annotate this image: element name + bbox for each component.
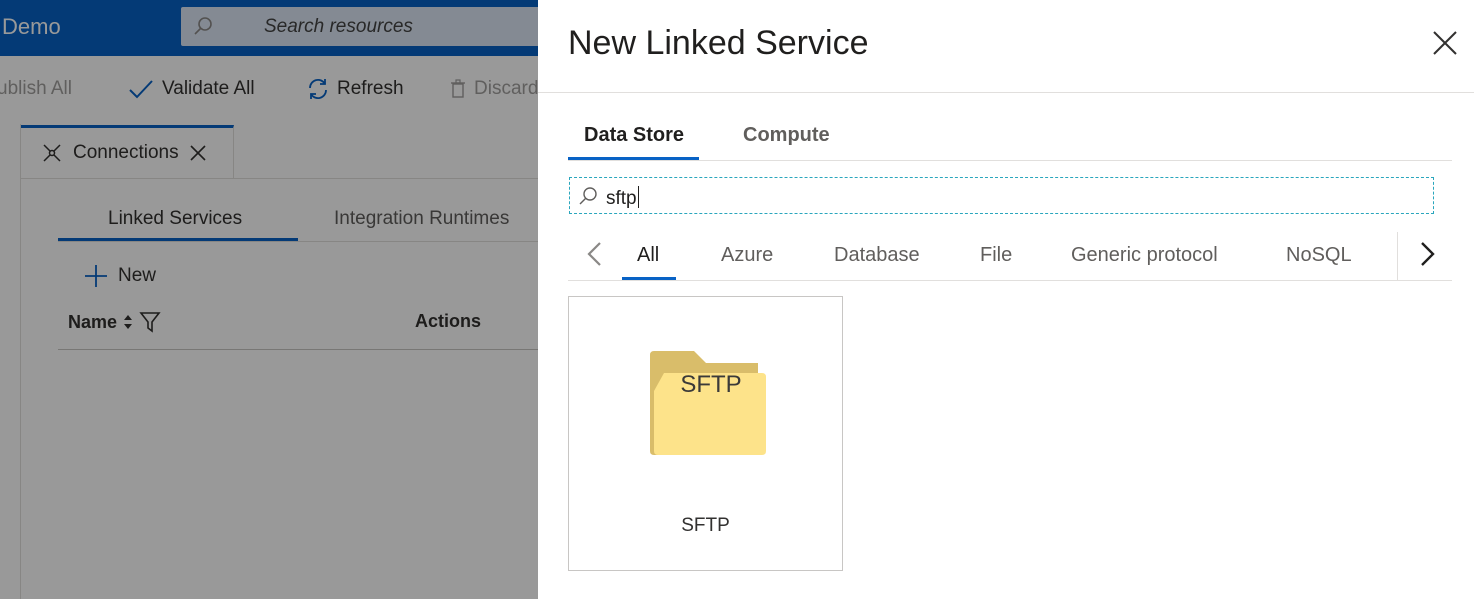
tab-data-store[interactable]: Data Store bbox=[584, 124, 684, 147]
connector-search-input[interactable]: sftp bbox=[569, 177, 1434, 214]
folder-icon bbox=[650, 351, 766, 455]
search-icon bbox=[579, 187, 597, 205]
category-azure[interactable]: Azure bbox=[721, 244, 773, 267]
search-value: sftp bbox=[606, 186, 639, 210]
tab-compute[interactable]: Compute bbox=[743, 124, 830, 147]
category-file[interactable]: File bbox=[980, 244, 1012, 267]
modal-overlay[interactable] bbox=[0, 0, 538, 599]
category-generic-protocol[interactable]: Generic protocol bbox=[1071, 244, 1218, 267]
category-database[interactable]: Database bbox=[834, 244, 920, 267]
chevron-left-icon[interactable] bbox=[584, 241, 606, 267]
connector-tile-sftp[interactable]: SFTP SFTP bbox=[568, 296, 843, 571]
close-icon[interactable] bbox=[1432, 30, 1458, 56]
search-value-text: sftp bbox=[606, 188, 637, 209]
category-bar-divider bbox=[568, 280, 1452, 281]
text-caret bbox=[637, 186, 639, 208]
category-divider bbox=[1397, 232, 1398, 280]
panel-title: New Linked Service bbox=[568, 24, 869, 62]
tile-icon-text: SFTP bbox=[680, 371, 742, 398]
category-all[interactable]: All bbox=[637, 244, 659, 267]
chevron-right-icon[interactable] bbox=[1416, 241, 1438, 267]
panel-header-divider bbox=[538, 92, 1474, 93]
new-linked-service-panel: New Linked Service Data Store Compute sf… bbox=[538, 0, 1474, 599]
panel-tab-divider bbox=[568, 160, 1452, 161]
tile-label: SFTP bbox=[681, 515, 730, 536]
category-nosql[interactable]: NoSQL bbox=[1286, 244, 1352, 267]
